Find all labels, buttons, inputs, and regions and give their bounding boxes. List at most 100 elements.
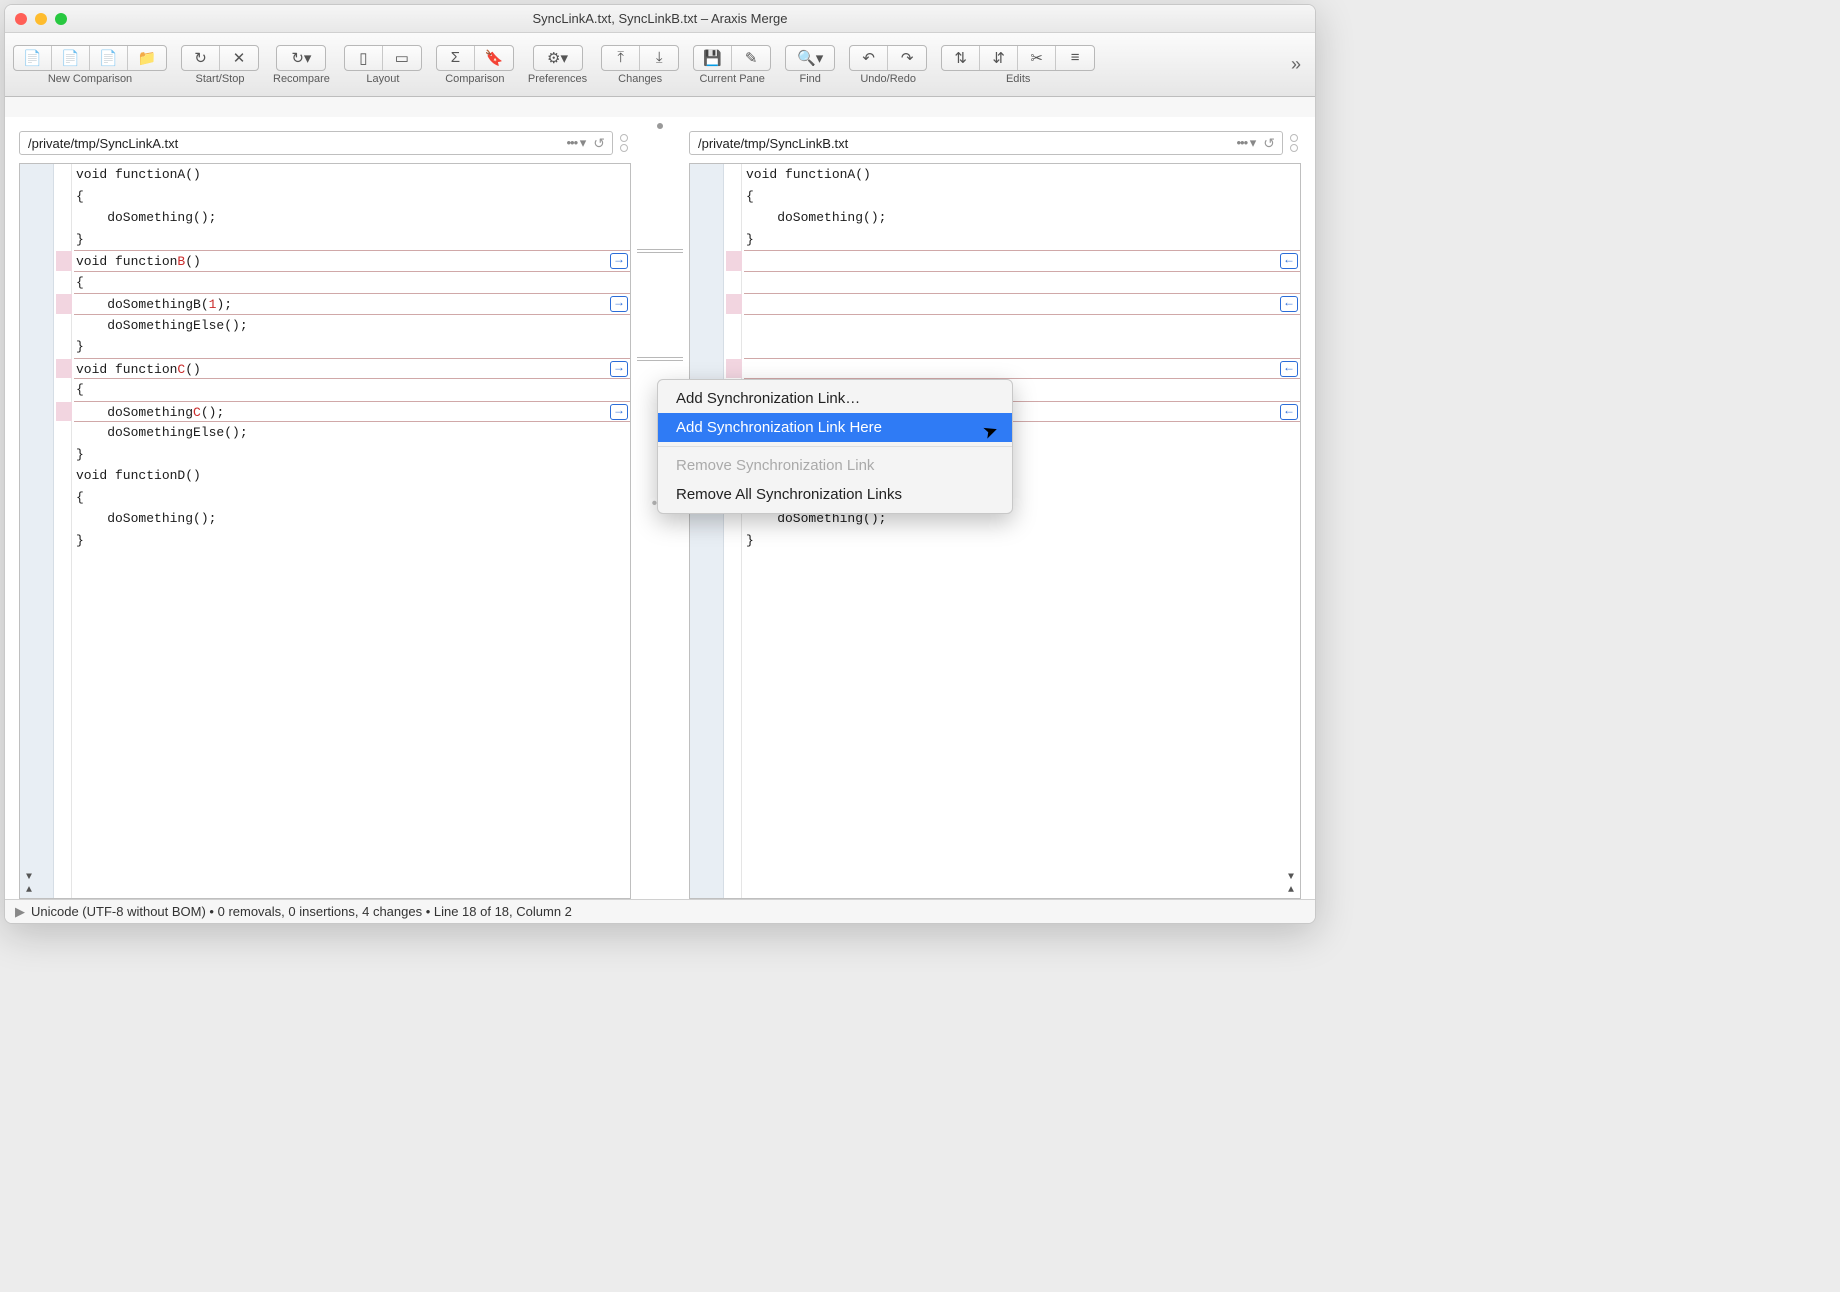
ctx-add-sync-link[interactable]: Add Synchronization Link… (658, 384, 1012, 413)
merge-left-icon[interactable]: ← (1280, 361, 1298, 377)
merge-right-icon[interactable]: → (610, 361, 628, 377)
merge-left-icon[interactable]: ← (1280, 404, 1298, 420)
layout-v-icon[interactable]: ▯ (345, 46, 383, 70)
toolbar: 📄 📄 📄 📁 New Comparison ↻ ✕ Start/Stop ↻▾… (5, 33, 1315, 97)
editor-right[interactable]: void functionA() { doSomething(); } ← ← … (689, 163, 1301, 899)
merge-right-icon[interactable]: → (610, 404, 628, 420)
link-line[interactable] (637, 357, 683, 361)
code-line[interactable]: void functionA() (74, 164, 630, 186)
code-line[interactable]: doSomething(); (74, 508, 630, 530)
path-input-right[interactable]: /private/tmp/SyncLinkB.txt ••• ▾↺ (689, 131, 1283, 155)
pane-left: /private/tmp/SyncLinkA.txt ••• ▾↺ void f… (5, 117, 637, 899)
code-line-diff[interactable]: ← (744, 250, 1300, 272)
history-icon[interactable]: ↺ (1263, 135, 1274, 152)
prev-change-icon[interactable]: ⤒ (602, 46, 640, 70)
code-line[interactable]: void functionD() (74, 465, 630, 487)
titlebar: SyncLinkA.txt, SyncLinkB.txt – Araxis Me… (5, 5, 1315, 33)
merge-left-icon[interactable]: ← (1280, 296, 1298, 312)
edit3-icon[interactable]: ✂ (1018, 46, 1056, 70)
ctx-remove-all-sync-links[interactable]: Remove All Synchronization Links (658, 480, 1012, 509)
undo-icon[interactable]: ↶ (850, 46, 888, 70)
new-image-icon[interactable]: 📄 (90, 46, 128, 70)
layout-h-icon[interactable]: ▭ (383, 46, 421, 70)
code-line-diff[interactable]: doSomethingB(1);→ (74, 293, 630, 315)
redo-icon[interactable]: ↷ (888, 46, 926, 70)
code-line[interactable]: { (74, 272, 630, 294)
code-line[interactable]: { (744, 186, 1300, 208)
edit4-icon[interactable]: ≡ (1056, 46, 1094, 70)
toolbar-group-changes: ⤒ ⤓ Changes (601, 45, 679, 85)
code-line-diff[interactable]: void functionC()→ (74, 358, 630, 380)
new-text-icon[interactable]: 📄 (14, 46, 52, 70)
toolbar-label: Find (799, 73, 820, 85)
stop-icon[interactable]: ✕ (220, 46, 258, 70)
edit-icon[interactable]: ✎ (732, 46, 770, 70)
code-line[interactable]: doSomething(); (74, 207, 630, 229)
minimap-left[interactable] (617, 131, 631, 155)
code-line-diff[interactable]: void functionB()→ (74, 250, 630, 272)
gutter-fold (20, 164, 54, 898)
ctx-add-sync-link-here[interactable]: Add Synchronization Link Here (658, 413, 1012, 442)
merge-right-icon[interactable]: → (610, 296, 628, 312)
link-line[interactable] (637, 249, 683, 253)
save-icon[interactable]: 💾 (694, 46, 732, 70)
app-window: SyncLinkA.txt, SyncLinkB.txt – Araxis Me… (4, 4, 1316, 924)
merge-right-icon[interactable]: → (610, 253, 628, 269)
new-folder-icon[interactable]: 📁 (128, 46, 166, 70)
code-line[interactable]: void functionA() (744, 164, 1300, 186)
code-line[interactable] (744, 336, 1300, 358)
statusbar-disclosure-icon[interactable]: ▶ (15, 904, 25, 920)
gutter-marks (54, 164, 72, 898)
toolbar-group-startstop: ↻ ✕ Start/Stop (181, 45, 259, 85)
toolbar-group-edits: ⇅ ⇵ ✂ ≡ Edits (941, 45, 1095, 85)
code-line[interactable]: } (744, 530, 1300, 552)
code-area-right[interactable]: void functionA() { doSomething(); } ← ← … (744, 164, 1300, 898)
code-line[interactable]: } (74, 229, 630, 251)
code-line-diff[interactable]: ← (744, 358, 1300, 380)
gear-icon[interactable]: ⚙▾ (534, 46, 582, 70)
edit1-icon[interactable]: ⇅ (942, 46, 980, 70)
code-line[interactable]: { (74, 186, 630, 208)
edit2-icon[interactable]: ⇵ (980, 46, 1018, 70)
new-binary-icon[interactable]: 📄 (52, 46, 90, 70)
toolbar-overflow-icon[interactable]: » (1285, 54, 1307, 75)
code-line[interactable]: } (74, 530, 630, 552)
recompare-icon[interactable]: ↻▾ (277, 46, 325, 70)
code-area-left[interactable]: void functionA() { doSomething(); } void… (74, 164, 630, 898)
window-title: SyncLinkA.txt, SyncLinkB.txt – Araxis Me… (5, 11, 1315, 26)
bookmark-icon[interactable]: 🔖 (475, 46, 513, 70)
history-icon[interactable]: ↺ (593, 135, 604, 152)
link-dot-icon[interactable] (657, 123, 663, 129)
scroll-markers[interactable]: ▼▲ (1284, 872, 1298, 896)
code-line[interactable] (744, 315, 1300, 337)
code-line[interactable]: } (744, 229, 1300, 251)
sigma-icon[interactable]: Σ (437, 46, 475, 70)
path-controls[interactable]: ••• ▾↺ (566, 135, 604, 152)
next-change-icon[interactable]: ⤓ (640, 46, 678, 70)
path-controls[interactable]: ••• ▾↺ (1236, 135, 1274, 152)
code-line[interactable]: doSomethingElse(); (74, 422, 630, 444)
toolbar-label: Start/Stop (196, 73, 245, 85)
code-line[interactable]: } (74, 336, 630, 358)
start-icon[interactable]: ↻ (182, 46, 220, 70)
search-icon[interactable]: 🔍▾ (786, 46, 834, 70)
minimap-right[interactable] (1287, 131, 1301, 155)
code-line-diff[interactable]: ← (744, 293, 1300, 315)
code-line[interactable]: } (74, 444, 630, 466)
merge-left-icon[interactable]: ← (1280, 253, 1298, 269)
code-line-diff[interactable]: doSomethingC();→ (74, 401, 630, 423)
scroll-markers[interactable]: ▼▲ (22, 872, 36, 896)
gutter-fold (690, 164, 724, 898)
path-input-left[interactable]: /private/tmp/SyncLinkA.txt ••• ▾↺ (19, 131, 613, 155)
toolbar-label: Edits (1006, 73, 1030, 85)
toolbar-label: Layout (366, 73, 399, 85)
path-text: /private/tmp/SyncLinkB.txt (698, 136, 848, 151)
code-line[interactable]: doSomethingElse(); (74, 315, 630, 337)
code-line[interactable] (744, 272, 1300, 294)
code-line[interactable]: doSomething(); (744, 207, 1300, 229)
ctx-remove-sync-link: Remove Synchronization Link (658, 451, 1012, 480)
toolbar-group-new-comparison: 📄 📄 📄 📁 New Comparison (13, 45, 167, 85)
editor-left[interactable]: void functionA() { doSomething(); } void… (19, 163, 631, 899)
code-line[interactable]: { (74, 487, 630, 509)
code-line[interactable]: { (74, 379, 630, 401)
